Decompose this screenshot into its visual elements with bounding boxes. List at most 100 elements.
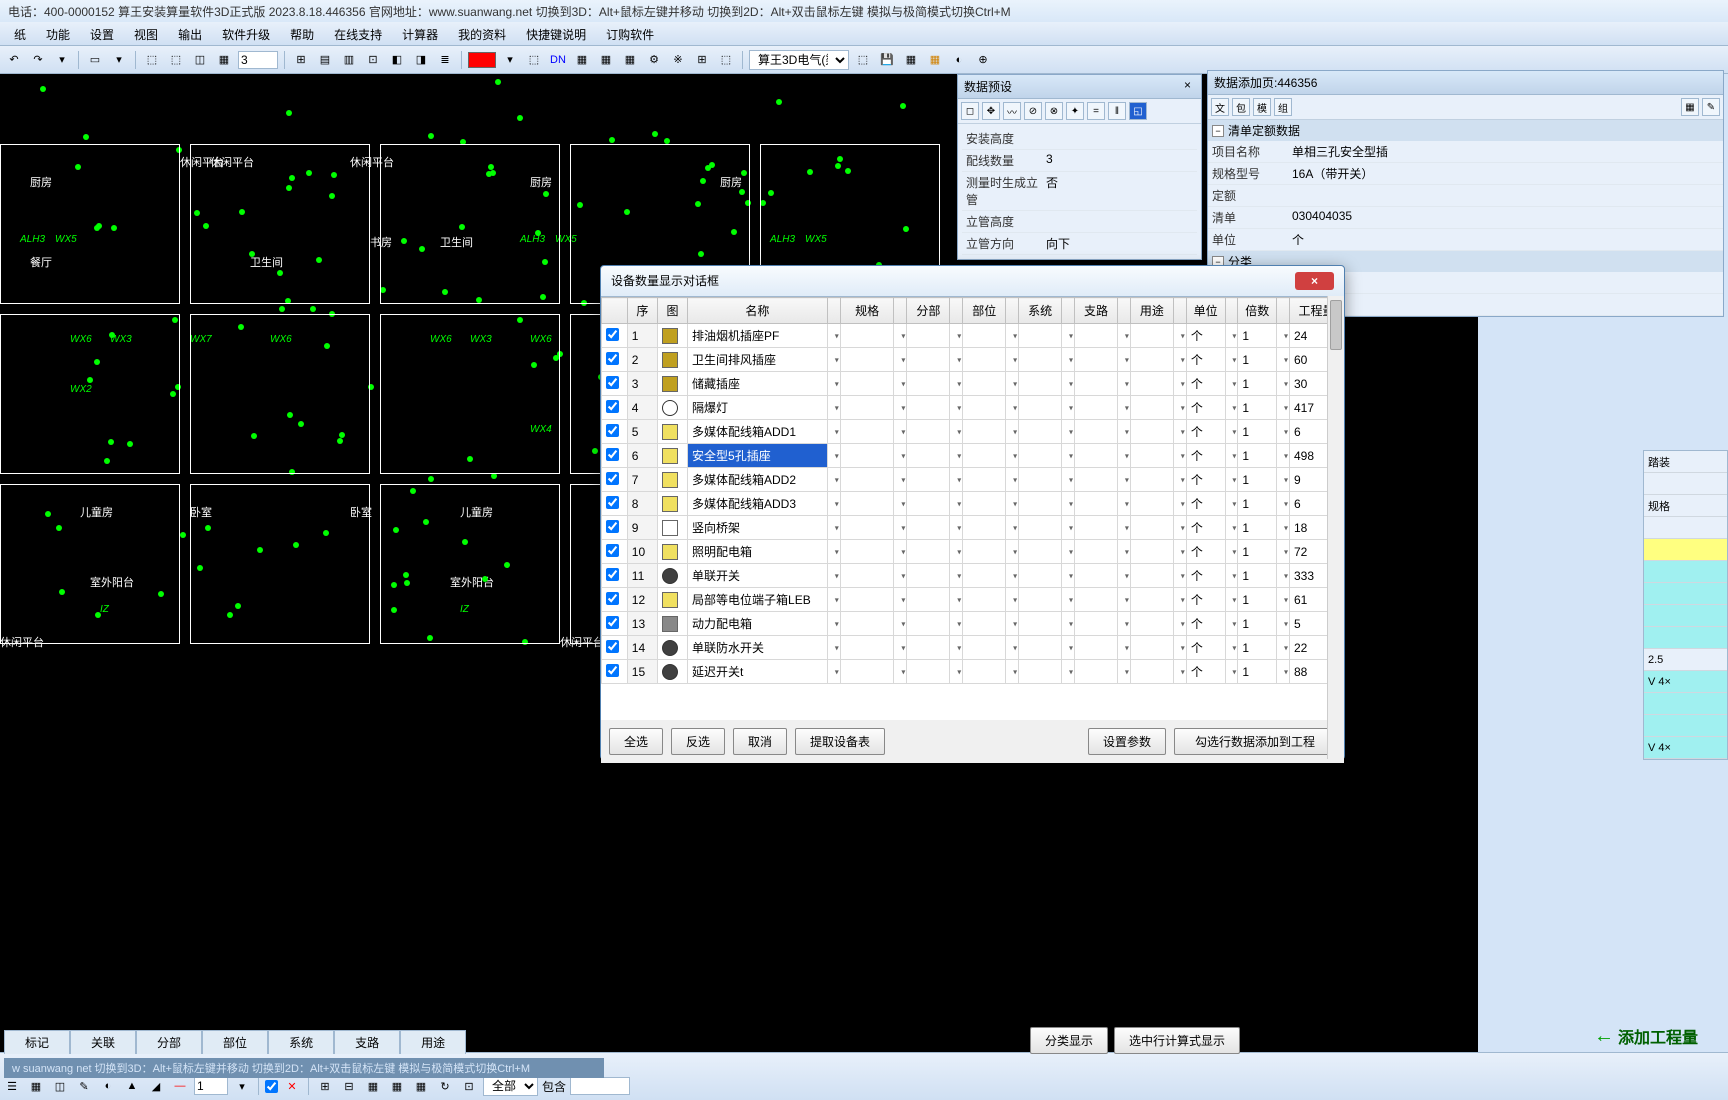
- dropdown-icon[interactable]: ▾: [957, 475, 961, 484]
- dropdown-icon[interactable]: ▾: [901, 427, 905, 436]
- spec-cell[interactable]: [840, 372, 894, 396]
- dropdown-icon[interactable]: ▾: [1069, 451, 1073, 460]
- tool-icon[interactable]: ⊞: [291, 50, 311, 70]
- device-marker[interactable]: [279, 306, 285, 312]
- row-check[interactable]: [606, 544, 619, 557]
- div-cell[interactable]: [907, 588, 950, 612]
- dropdown-icon[interactable]: ▾: [1181, 523, 1185, 532]
- unit-cell[interactable]: 个: [1186, 612, 1225, 636]
- part-cell[interactable]: [963, 324, 1006, 348]
- col-header[interactable]: 系统: [1019, 298, 1062, 324]
- dropdown-icon[interactable]: ▾: [1125, 475, 1129, 484]
- dropdown-icon[interactable]: ▾: [1125, 643, 1129, 652]
- strip-cell[interactable]: 规格: [1644, 495, 1727, 517]
- dropdown-icon[interactable]: ▾: [957, 331, 961, 340]
- device-marker[interactable]: [776, 99, 782, 105]
- mini-text-btn[interactable]: 包: [1232, 98, 1250, 116]
- name-cell[interactable]: 卫生间排风插座: [688, 348, 828, 372]
- mult-cell[interactable]: 1: [1238, 324, 1277, 348]
- tool-icon[interactable]: ⚙: [644, 50, 664, 70]
- dropdown-icon[interactable]: ▾: [1013, 667, 1017, 676]
- menu-item[interactable]: 订购软件: [596, 22, 664, 45]
- cancel-button[interactable]: 取消: [733, 728, 787, 755]
- mini-tool-icon[interactable]: ✦: [1066, 102, 1084, 120]
- mult-cell[interactable]: 1: [1238, 420, 1277, 444]
- table-row[interactable]: 10 照明配电箱 ▾ ▾ ▾ ▾ ▾ ▾ ▾ 个▾ 1▾ 72: [602, 540, 1344, 564]
- dropdown-icon[interactable]: ▾: [1232, 355, 1236, 364]
- name-cell[interactable]: 照明配电箱: [688, 540, 828, 564]
- dropdown-icon[interactable]: ▾: [1125, 355, 1129, 364]
- dropdown-icon[interactable]: ▾: [835, 355, 839, 364]
- prop-value[interactable]: 16A（带开关）: [1292, 165, 1719, 182]
- tool-icon[interactable]: ▦: [901, 50, 921, 70]
- dropdown-icon[interactable]: ▾: [835, 331, 839, 340]
- unit-cell[interactable]: 个: [1186, 660, 1225, 684]
- mini-tool-icon[interactable]: ◻: [961, 102, 979, 120]
- dropdown-icon[interactable]: ▾: [901, 475, 905, 484]
- mult-cell[interactable]: 1: [1238, 588, 1277, 612]
- part-cell[interactable]: [963, 348, 1006, 372]
- div-cell[interactable]: [907, 348, 950, 372]
- filter-icon[interactable]: ▦: [411, 1076, 431, 1096]
- table-row[interactable]: 15 延迟开关t ▾ ▾ ▾ ▾ ▾ ▾ ▾ 个▾ 1▾ 88: [602, 660, 1344, 684]
- sys-cell[interactable]: [1019, 636, 1062, 660]
- unit-cell[interactable]: 个: [1186, 468, 1225, 492]
- dropdown-icon[interactable]: ▾: [901, 379, 905, 388]
- dropdown-icon[interactable]: ▾: [835, 523, 839, 532]
- dropdown-icon[interactable]: ▾: [1013, 427, 1017, 436]
- use-cell[interactable]: [1130, 516, 1173, 540]
- filter-icon[interactable]: ◫: [50, 1076, 70, 1096]
- branch-cell[interactable]: [1075, 492, 1118, 516]
- mini-text-btn[interactable]: 组: [1274, 98, 1292, 116]
- col-header[interactable]: [1062, 298, 1075, 324]
- menu-item[interactable]: 帮助: [280, 22, 324, 45]
- name-cell[interactable]: 隔爆灯: [688, 396, 828, 420]
- branch-cell[interactable]: [1075, 540, 1118, 564]
- dropdown-icon[interactable]: ▾: [1125, 667, 1129, 676]
- sys-cell[interactable]: [1019, 660, 1062, 684]
- filter-icon[interactable]: ▦: [26, 1076, 46, 1096]
- filter-icon[interactable]: ↻: [435, 1076, 455, 1096]
- branch-cell[interactable]: [1075, 396, 1118, 420]
- col-header[interactable]: 分部: [907, 298, 950, 324]
- mini-tool-icon[interactable]: ✎: [1702, 98, 1720, 116]
- div-cell[interactable]: [907, 540, 950, 564]
- down-icon[interactable]: ▾: [232, 1076, 252, 1096]
- tool-icon[interactable]: ⬚: [524, 50, 544, 70]
- strip-cell[interactable]: [1644, 605, 1727, 627]
- mini-tool-icon[interactable]: ◱: [1129, 102, 1147, 120]
- prop-value[interactable]: 030404035: [1292, 209, 1719, 226]
- use-cell[interactable]: [1130, 612, 1173, 636]
- table-row[interactable]: 4 隔爆灯 ▾ ▾ ▾ ▾ ▾ ▾ ▾ 个▾ 1▾ 417: [602, 396, 1344, 420]
- unit-cell[interactable]: 个: [1186, 540, 1225, 564]
- dropdown-icon[interactable]: ▾: [901, 571, 905, 580]
- unit-cell[interactable]: 个: [1186, 516, 1225, 540]
- mini-text-btn[interactable]: 模: [1253, 98, 1271, 116]
- category-display-button[interactable]: 分类显示: [1030, 1027, 1108, 1054]
- div-cell[interactable]: [907, 564, 950, 588]
- dropdown-icon[interactable]: ▾: [1013, 619, 1017, 628]
- col-header[interactable]: 图: [657, 298, 687, 324]
- dropdown-icon[interactable]: ▾: [1125, 523, 1129, 532]
- prop-value[interactable]: 个: [1292, 231, 1719, 248]
- dropdown-icon[interactable]: ▾: [1125, 403, 1129, 412]
- dropdown-icon[interactable]: ▾: [901, 619, 905, 628]
- col-header[interactable]: [1006, 298, 1019, 324]
- dropdown-icon[interactable]: ▾: [1069, 427, 1073, 436]
- part-cell[interactable]: [963, 396, 1006, 420]
- div-cell[interactable]: [907, 468, 950, 492]
- row-check[interactable]: [606, 592, 619, 605]
- mult-cell[interactable]: 1: [1238, 660, 1277, 684]
- tool-icon[interactable]: ▭: [85, 50, 105, 70]
- tool-icon[interactable]: ▦: [214, 50, 234, 70]
- dropdown-icon[interactable]: ▾: [1232, 331, 1236, 340]
- col-header[interactable]: [602, 298, 628, 324]
- name-cell[interactable]: 储藏插座: [688, 372, 828, 396]
- dropdown-icon[interactable]: ▾: [1125, 451, 1129, 460]
- tool-icon[interactable]: ◐: [949, 50, 969, 70]
- row-check[interactable]: [606, 496, 619, 509]
- dropdown-icon[interactable]: ▾: [835, 403, 839, 412]
- close-button[interactable]: ×: [1295, 272, 1334, 290]
- tab[interactable]: 系统: [268, 1030, 334, 1054]
- strip-cell[interactable]: [1644, 693, 1727, 715]
